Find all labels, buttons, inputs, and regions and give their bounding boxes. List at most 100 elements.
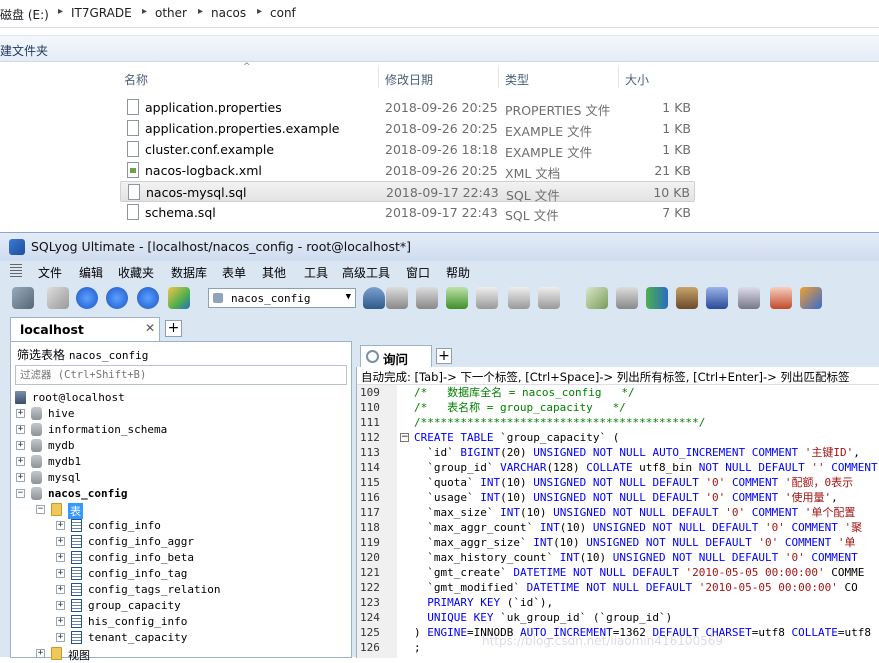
chevron-right-icon[interactable]: ▸ xyxy=(142,6,147,17)
code-text: ; xyxy=(414,641,421,654)
expand-toggle-icon[interactable]: + xyxy=(56,521,65,530)
breadcrumb-nacos[interactable]: nacos xyxy=(211,6,246,20)
column-divider[interactable] xyxy=(378,66,379,88)
user-manager-icon[interactable] xyxy=(363,287,385,309)
menu-item[interactable]: 收藏夹 xyxy=(118,264,154,281)
execute-all-icon[interactable] xyxy=(106,287,128,309)
column-divider[interactable] xyxy=(498,66,499,88)
menu-item[interactable]: 数据库 xyxy=(171,264,207,281)
breadcrumb-it7grade[interactable]: IT7GRADE xyxy=(71,6,132,20)
line-number: 118 xyxy=(360,521,380,534)
file-row[interactable]: schema.sql 2018-09-17 22:43 SQL 文件 7 KB xyxy=(120,202,695,223)
expand-toggle-icon[interactable]: + xyxy=(16,409,25,418)
file-row[interactable]: nacos-mysql.sql 2018-09-17 22:43 SQL 文件 10 … xyxy=(120,181,695,203)
folder-icon xyxy=(51,647,62,660)
menu-item[interactable]: 帮助 xyxy=(446,264,470,281)
expand-toggle-icon[interactable]: + xyxy=(16,441,25,450)
expand-toggle-icon[interactable]: + xyxy=(56,585,65,594)
expand-toggle-icon[interactable]: − xyxy=(36,505,45,514)
code-text: CREATE TABLE `group_capacity` ( xyxy=(414,431,620,444)
chevron-right-icon[interactable]: ▸ xyxy=(58,6,63,17)
expand-toggle-icon[interactable]: − xyxy=(16,489,25,498)
command-bar: 建文件夹 xyxy=(0,35,879,62)
col-size[interactable]: 大小 xyxy=(625,71,649,88)
expand-toggle-icon[interactable]: + xyxy=(16,425,25,434)
tree-node-label: config_info_aggr xyxy=(88,535,194,548)
file-row[interactable]: nacos-logback.xml 2018-09-26 20:25 XML 文档 2… xyxy=(120,160,695,181)
breadcrumb-other[interactable]: other xyxy=(155,6,187,20)
menu-item[interactable]: 其他 xyxy=(262,264,286,281)
title-bar[interactable]: SQLyog Ultimate - [localhost/nacos_confi… xyxy=(0,233,879,261)
create-database-icon[interactable] xyxy=(386,287,408,309)
tree-node-label: mydb xyxy=(48,439,75,452)
menu-item[interactable]: 编辑 xyxy=(79,264,103,281)
file-row[interactable]: cluster.conf.example 2018-09-26 18:18 EXAM… xyxy=(120,139,695,160)
line-number: 126 xyxy=(360,641,380,654)
import-icon[interactable] xyxy=(446,287,468,309)
data-search-icon[interactable] xyxy=(800,287,822,309)
table-data-icon[interactable] xyxy=(476,287,498,309)
schema-icon[interactable] xyxy=(508,287,530,309)
chevron-right-icon[interactable]: ▸ xyxy=(257,6,262,17)
new-folder-button[interactable]: 建文件夹 xyxy=(0,42,48,59)
expand-toggle-icon[interactable]: + xyxy=(56,537,65,546)
line-number: 113 xyxy=(360,446,380,459)
tab-query[interactable]: 询问 xyxy=(360,345,432,367)
menu-item[interactable]: 高级工具 xyxy=(342,264,390,281)
file-row[interactable]: application.properties 2018-09-26 20:25 PR… xyxy=(120,97,695,118)
create-table-icon[interactable] xyxy=(416,287,438,309)
menu-item[interactable]: 工具 xyxy=(304,264,328,281)
breadcrumb-drive[interactable]: 磁盘 (E:) xyxy=(0,6,49,23)
database-select[interactable]: nacos_config ▼ xyxy=(208,288,356,308)
restore-icon[interactable] xyxy=(616,287,638,309)
scheduler-icon[interactable] xyxy=(706,287,728,309)
connect-icon[interactable] xyxy=(12,287,34,309)
info-icon[interactable] xyxy=(538,287,560,309)
tree-node-label: nacos_config xyxy=(48,487,128,500)
chevron-right-icon[interactable]: ▸ xyxy=(198,6,203,17)
expand-toggle-icon[interactable]: + xyxy=(56,617,65,626)
col-date[interactable]: 修改日期 xyxy=(385,71,433,88)
menu-item[interactable]: 文件 xyxy=(38,264,62,281)
connection-tab[interactable]: localhost ✕ xyxy=(10,317,160,341)
schema-designer-icon[interactable] xyxy=(770,287,792,309)
database-icon xyxy=(213,293,223,303)
file-row[interactable]: application.properties.example 2018-09-26… xyxy=(120,118,695,139)
tree-node-label: config_tags_relation xyxy=(88,583,221,596)
add-connection-tab-button[interactable]: + xyxy=(165,320,182,337)
expand-toggle-icon[interactable]: + xyxy=(56,553,65,562)
file-icon xyxy=(128,184,140,200)
menu-item[interactable]: 表单 xyxy=(222,264,246,281)
add-query-tab-button[interactable]: + xyxy=(436,348,452,364)
expand-toggle-icon[interactable]: + xyxy=(56,633,65,642)
expand-toggle-icon[interactable]: + xyxy=(56,601,65,610)
filter-input[interactable] xyxy=(15,365,347,385)
query-builder-icon[interactable] xyxy=(738,287,760,309)
new-connection-icon[interactable] xyxy=(47,287,69,309)
column-divider[interactable] xyxy=(618,66,619,88)
migration-icon[interactable] xyxy=(676,287,698,309)
col-type[interactable]: 类型 xyxy=(505,71,529,88)
line-number: 123 xyxy=(360,596,380,609)
menu-item[interactable]: 窗口 xyxy=(406,264,430,281)
backup-icon[interactable] xyxy=(586,287,608,309)
execute-query-icon[interactable] xyxy=(76,287,98,309)
query-editor[interactable]: 自动完成: [Tab]-> 下一个标签, [Ctrl+Space]-> 列出所有… xyxy=(356,367,879,658)
line-number: 112 xyxy=(360,431,380,444)
code-text: `usage` INT(10) UNSIGNED NOT NULL DEFAUL… xyxy=(414,491,838,504)
address-bar[interactable]: 磁盘 (E:) ▸ IT7GRADE ▸ other ▸ nacos ▸ con… xyxy=(0,0,879,28)
collapse-toggle-icon[interactable]: − xyxy=(400,433,409,442)
close-icon[interactable]: ✕ xyxy=(145,321,155,335)
breadcrumb-conf[interactable]: conf xyxy=(270,6,296,20)
filter-db-name: nacos_config xyxy=(68,349,149,362)
toolbar-grip-icon[interactable] xyxy=(10,264,22,279)
refresh-icon[interactable] xyxy=(137,287,159,309)
col-name[interactable]: 名称 xyxy=(124,71,148,88)
sync-icon[interactable] xyxy=(646,287,668,309)
chevron-down-icon[interactable]: ▼ xyxy=(346,292,351,302)
object-browser-icon[interactable] xyxy=(168,287,190,309)
expand-toggle-icon[interactable]: + xyxy=(16,473,25,482)
sqlyog-app-icon xyxy=(9,239,25,255)
expand-toggle-icon[interactable]: + xyxy=(56,569,65,578)
expand-toggle-icon[interactable]: + xyxy=(16,457,25,466)
